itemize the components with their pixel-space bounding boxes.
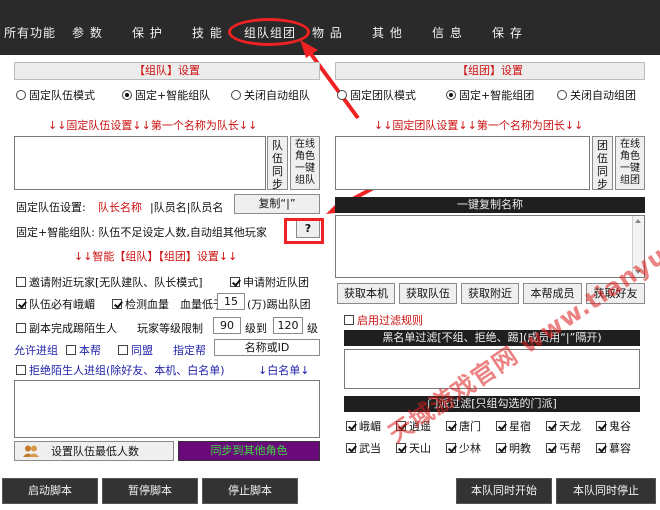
level-to-label: 级到: [245, 322, 267, 335]
team-sync-button[interactable]: 团伍同步: [592, 136, 613, 191]
team-list-title: ↓↓固定团队设置↓↓第一个名称为团长↓↓: [374, 119, 584, 132]
copy-separator-button[interactable]: 复制“|”: [234, 194, 320, 214]
whitelist-textarea[interactable]: [14, 380, 320, 438]
ally-guild-checkbox[interactable]: 同盟: [118, 342, 153, 358]
party-sync-button[interactable]: 队伍同步: [267, 136, 288, 191]
sect-checkbox[interactable]: 慕容: [596, 440, 631, 456]
copy-names-textarea[interactable]: [335, 215, 645, 278]
guild-name-input[interactable]: 名称或ID: [214, 339, 320, 356]
sect-checkbox[interactable]: 鬼谷: [596, 418, 631, 434]
level-max-input[interactable]: 120: [273, 317, 303, 334]
pause-script-button[interactable]: 暂停脚本: [102, 478, 198, 504]
get-local-button[interactable]: 获取本机: [337, 283, 395, 304]
team-member-list[interactable]: [335, 136, 590, 190]
sect-checkbox[interactable]: 明教: [496, 440, 531, 456]
refuse-stranger-checkbox[interactable]: 拒绝陌生人进组(除好友、本机、白名单): [16, 362, 225, 378]
team-mode-fixed[interactable]: 固定团队模式: [337, 87, 416, 103]
sect-checkbox[interactable]: 少林: [446, 440, 481, 456]
members-format-label: |队员名|队员名: [150, 201, 224, 214]
allow-join-label: 允许进组: [14, 344, 58, 357]
our-guild-checkbox[interactable]: 本帮: [66, 342, 101, 358]
apply-nearby-checkbox[interactable]: 申请附近队团: [230, 274, 309, 290]
enable-filter-checkbox[interactable]: 启用过滤规则: [344, 312, 423, 328]
sect-checkbox[interactable]: 天龙: [546, 418, 581, 434]
party-list-title: ↓↓固定队伍设置↓↓第一个名称为队长↓↓: [48, 119, 258, 132]
hp-threshold-input[interactable]: 15: [217, 293, 245, 310]
team-mode-smart[interactable]: 固定+智能组团: [446, 87, 534, 103]
level-min-input[interactable]: 90: [213, 317, 241, 334]
sect-checkbox[interactable]: 武当: [346, 440, 381, 456]
party-mode-smart[interactable]: 固定+智能组队: [122, 87, 210, 103]
team-section-header: 【组团】设置: [335, 62, 645, 80]
smart-settings-title: ↓↓智能【组队】【组团】设置↓↓: [74, 250, 238, 263]
party-member-list[interactable]: [14, 136, 266, 190]
party-mode-off[interactable]: 关闭自动组队: [231, 87, 310, 103]
sect-filter-title: 门派过滤[只组勾选的门派]: [344, 396, 640, 412]
get-party-button[interactable]: 获取队伍: [399, 283, 457, 304]
party-onekey-button[interactable]: 在线角色一键组队: [290, 136, 320, 190]
users-icon: [23, 445, 39, 457]
party-sync-start-button[interactable]: 本队同时开始: [456, 478, 552, 504]
stop-script-button[interactable]: 停止脚本: [202, 478, 298, 504]
sect-checkbox[interactable]: 星宿: [496, 418, 531, 434]
kick-stranger-checkbox[interactable]: 副本完成踢陌生人: [16, 320, 117, 336]
level-unit-label: 级: [307, 322, 318, 335]
party-sync-stop-button[interactable]: 本队同时停止: [556, 478, 656, 504]
get-nearby-button[interactable]: 获取附近: [461, 283, 519, 304]
team-mode-off[interactable]: 关闭自动组团: [557, 87, 636, 103]
smart-party-label: 固定+智能组队: 队伍不足设定人数,自动组其他玩家: [16, 226, 267, 239]
designated-guild-label: 指定帮: [173, 344, 206, 357]
team-onekey-button[interactable]: 在线角色一键组团: [615, 136, 645, 190]
start-script-button[interactable]: 启动脚本: [2, 478, 98, 504]
hp-unit-label: (万)踢出队团: [247, 298, 311, 311]
copy-names-title: 一键复制名称: [335, 197, 645, 213]
check-hp-checkbox[interactable]: 检测血量: [112, 296, 169, 312]
need-emei-checkbox[interactable]: 队伍必有峨嵋: [16, 296, 95, 312]
party-mode-fixed[interactable]: 固定队伍模式: [16, 87, 95, 103]
sect-checkbox[interactable]: 峨嵋: [346, 418, 381, 434]
sect-checkbox[interactable]: 唐门: [446, 418, 481, 434]
invite-nearby-checkbox[interactable]: 邀请附近玩家[无队建队、队长模式]: [16, 274, 203, 290]
fixed-party-label: 固定队伍设置:: [16, 201, 86, 214]
sect-checkbox[interactable]: 丐帮: [546, 440, 581, 456]
level-limit-label: 玩家等级限制: [137, 322, 203, 335]
sync-to-other-roles-button[interactable]: 同步到其他角色: [178, 441, 320, 461]
set-min-members-button[interactable]: 设置队伍最低人数: [14, 441, 174, 461]
whitelist-label: ↓白名单↓: [258, 364, 310, 377]
leader-name-label: 队长名称: [98, 201, 142, 214]
annotation-box: [284, 218, 324, 244]
party-section-header: 【组队】设置: [14, 62, 320, 80]
